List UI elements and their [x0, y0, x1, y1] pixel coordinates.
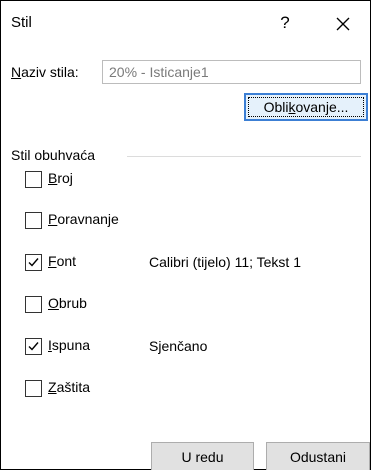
- fill-checkbox[interactable]: [25, 338, 42, 355]
- dialog-title: Stil: [11, 14, 32, 31]
- format-button-focus: Oblikovanje...: [248, 97, 364, 117]
- group-divider: [127, 156, 361, 157]
- cancel-button[interactable]: Odustani: [266, 442, 370, 470]
- close-icon: [336, 17, 350, 31]
- alignment-checkbox[interactable]: [25, 212, 42, 229]
- style-includes-label: Stil obuhvaća: [11, 147, 96, 163]
- font-checkbox[interactable]: [25, 254, 42, 271]
- fill-label: Ispuna: [48, 337, 91, 353]
- format-button[interactable]: Oblikovanje...: [244, 93, 368, 121]
- checkmark-icon: [28, 342, 39, 351]
- help-button[interactable]: ?: [273, 11, 297, 35]
- number-checkbox[interactable]: [25, 171, 42, 188]
- fill-description: Sjenčano: [149, 338, 208, 354]
- border-label: Obrub: [48, 295, 87, 311]
- protection-checkbox[interactable]: [25, 380, 42, 397]
- title-bar: Stil ?: [1, 1, 370, 47]
- checkmark-icon: [28, 258, 39, 267]
- border-checkbox[interactable]: [25, 296, 42, 313]
- font-description: Calibri (tijelo) 11; Tekst 1: [149, 254, 301, 270]
- close-button[interactable]: [329, 10, 357, 38]
- alignment-label: Poravnanje: [48, 211, 119, 227]
- style-name-field[interactable]: 20% - Isticanje1: [102, 60, 361, 84]
- style-name-label: Naziv stila:: [11, 64, 79, 80]
- style-dialog: Stil ? Naziv stila: 20% - Isticanje1 Obl…: [0, 0, 371, 470]
- number-label: Broj: [48, 170, 73, 186]
- protection-label: Zaštita: [48, 379, 91, 395]
- font-label: Font: [48, 253, 77, 269]
- ok-button[interactable]: U redu: [151, 442, 254, 470]
